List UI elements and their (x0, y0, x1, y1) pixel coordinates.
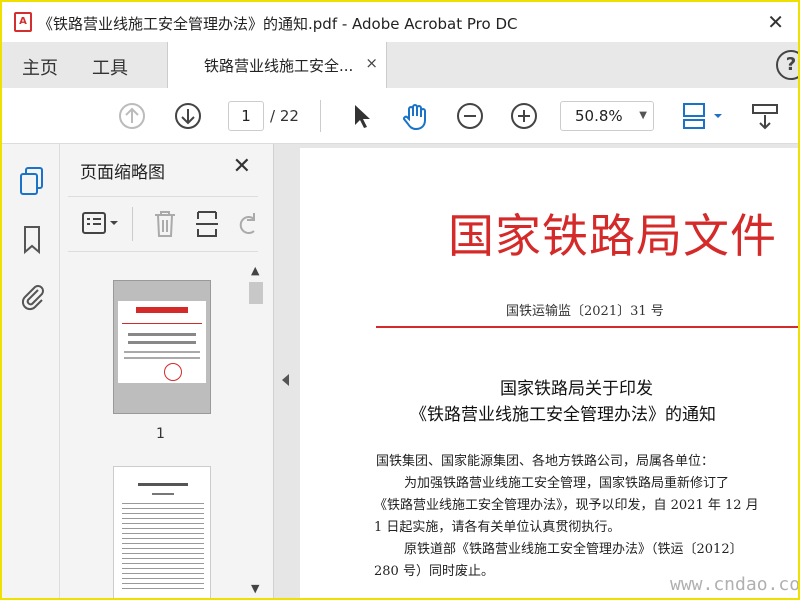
tab-bar: 主页 工具 铁路营业线施工安全... × ? (2, 42, 798, 88)
body-line: 国铁集团、国家能源集团、各地方铁路公司，局属各单位： (376, 454, 715, 469)
document-number: 国铁运输监〔2021〕31 号 (506, 304, 664, 319)
thumbnail-text-line (138, 483, 188, 486)
thumbnail-text-line (128, 333, 196, 336)
panel-title: 页面缩略图 (80, 163, 165, 183)
thumbnail-text-line (124, 357, 200, 359)
page-total: / 22 (270, 107, 299, 125)
thumbnail-body-text (122, 503, 204, 593)
toolbar-divider (320, 100, 321, 132)
hand-tool-icon[interactable] (400, 102, 430, 132)
document-tab-label: 铁路营业线施工安全... (204, 57, 354, 75)
extract-page-icon[interactable] (194, 209, 220, 239)
window-close-button[interactable]: ✕ (767, 10, 784, 34)
panel-toolbar-divider (132, 207, 133, 241)
acrobat-window: A 《铁路营业线施工安全管理办法》的通知.pdf - Adobe Acrobat… (2, 2, 798, 598)
acrobat-app-icon: A (14, 12, 32, 32)
page-thumbnail-2[interactable] (113, 466, 211, 598)
page-thumbnail-1[interactable] (113, 280, 211, 414)
document-subtitle-line2: 《铁路营业线施工安全管理办法》的通知 (410, 405, 716, 425)
page-number-input[interactable]: 1 (228, 101, 264, 131)
next-page-icon[interactable] (174, 102, 202, 130)
thumbnail-panel: 页面缩略图 ✕ 1 ▲ ▼ (60, 144, 274, 598)
navigation-rail (2, 144, 60, 598)
scrollbar-thumb[interactable] (249, 282, 263, 304)
select-tool-icon[interactable] (350, 102, 374, 130)
zoom-out-icon[interactable] (456, 102, 484, 130)
window-title: 《铁路营业线施工安全管理办法》的通知.pdf - Adobe Acrobat P… (38, 15, 518, 33)
bookmark-icon[interactable] (18, 224, 46, 256)
watermark: www.cndao.com (670, 574, 798, 595)
thumbnail-heading-mark (136, 307, 188, 313)
body-line: 280 号）同时废止。 (374, 564, 494, 579)
attachment-icon[interactable] (18, 280, 46, 312)
toolbar: 1 / 22 50.8% ▼ (2, 88, 798, 144)
title-bar: A 《铁路营业线施工安全管理办法》的通知.pdf - Adobe Acrobat… (2, 2, 798, 42)
panel-close-button[interactable]: ✕ (233, 154, 251, 179)
help-icon[interactable]: ? (776, 50, 798, 80)
body-line: 1 日起实施，请各有关单位认真贯彻执行。 (374, 520, 621, 535)
delete-page-icon[interactable] (152, 209, 178, 239)
previous-page-icon[interactable] (118, 102, 146, 130)
body-line: 《铁路营业线施工安全管理办法》，现予以印发，自 2021 年 12 月 (374, 498, 759, 513)
thumbnail-text-line (128, 341, 196, 344)
rotate-page-icon[interactable] (234, 209, 260, 239)
page-thumbnails-icon[interactable] (18, 166, 46, 198)
thumbnail-text-line (152, 493, 174, 495)
document-heading: 国家铁路局文件 (448, 209, 777, 263)
thumbnail-options-icon[interactable] (82, 211, 122, 237)
thumbnail-page-content (118, 301, 206, 383)
document-tab[interactable]: 铁路营业线施工安全... × (167, 42, 387, 88)
body-line: 原铁道部《铁路营业线施工安全管理办法》（铁运〔2012〕 (404, 542, 743, 557)
fit-page-icon[interactable] (682, 102, 722, 134)
menu-tools[interactable]: 工具 (92, 54, 128, 80)
thumbnail-scrollbar[interactable]: ▲ ▼ (248, 264, 264, 598)
scroll-down-arrow[interactable]: ▼ (251, 582, 259, 595)
document-tab-close-button[interactable]: × (365, 54, 378, 72)
zoom-level-value: 50.8% (575, 107, 623, 125)
document-viewport[interactable]: 国家铁路局文件 国铁运输监〔2021〕31 号 国家铁路局关于印发 《铁路营业线… (274, 144, 798, 598)
red-rule (376, 326, 798, 328)
scroll-up-arrow[interactable]: ▲ (251, 264, 259, 277)
menu-home[interactable]: 主页 (22, 54, 58, 80)
document-page: 国家铁路局文件 国铁运输监〔2021〕31 号 国家铁路局关于印发 《铁路营业线… (300, 148, 798, 598)
zoom-in-icon[interactable] (510, 102, 538, 130)
chevron-down-icon: ▼ (639, 110, 647, 121)
scroll-mode-icon[interactable] (750, 102, 780, 132)
zoom-level-select[interactable]: 50.8% ▼ (560, 101, 654, 131)
document-subtitle-line1: 国家铁路局关于印发 (500, 379, 653, 399)
collapse-panel-arrow[interactable] (282, 374, 289, 386)
panel-toolbar (68, 196, 258, 252)
thumbnail-rule (122, 323, 202, 324)
thumbnail-label-1: 1 (156, 426, 165, 442)
thumbnail-text-line (124, 351, 200, 353)
body-line: 为加强铁路营业线施工安全管理，国家铁路局重新修订了 (404, 476, 730, 491)
thumbnail-seal (164, 363, 182, 381)
